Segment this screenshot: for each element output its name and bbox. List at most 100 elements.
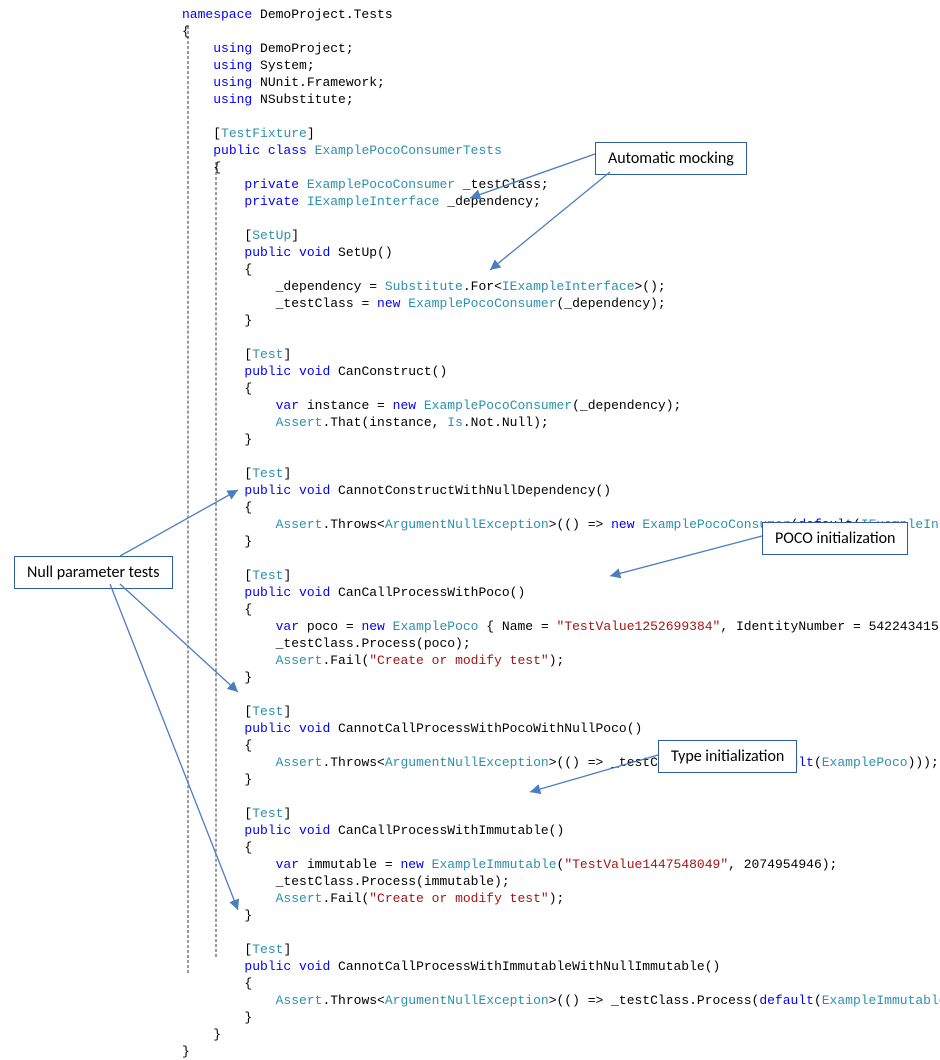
- attribute: Test: [252, 466, 283, 481]
- keyword: void: [291, 585, 330, 600]
- brace: {: [182, 24, 190, 39]
- type: Assert: [276, 517, 323, 532]
- method-name: CannotCallProcessWithPocoWithNullPoco(): [330, 721, 642, 736]
- code-line: _testClass.Process(poco);: [276, 636, 471, 651]
- attribute: TestFixture: [221, 126, 307, 141]
- type: Substitute: [385, 279, 463, 294]
- field: _dependency;: [439, 194, 540, 209]
- keyword: new: [377, 296, 400, 311]
- text: DemoProject.Tests: [252, 7, 392, 22]
- attribute: Test: [252, 704, 283, 719]
- brace: {: [213, 160, 221, 175]
- keyword: var: [276, 857, 299, 872]
- keyword: using: [213, 41, 252, 56]
- string-literal: "Create or modify test": [369, 891, 548, 906]
- text: DemoProject;: [252, 41, 353, 56]
- method-name: CanCallProcessWithImmutable(): [330, 823, 564, 838]
- keyword: private: [244, 177, 299, 192]
- keyword: new: [393, 398, 416, 413]
- keyword: public: [244, 585, 291, 600]
- keyword: void: [291, 959, 330, 974]
- type: ArgumentNullException: [385, 755, 549, 770]
- method-name: CanConstruct(): [330, 364, 447, 379]
- string-literal: "TestValue1252699384": [557, 619, 721, 634]
- type: Is: [447, 415, 463, 430]
- keyword: new: [400, 857, 423, 872]
- type: Assert: [276, 653, 323, 668]
- brace: {: [244, 381, 252, 396]
- keyword: public: [213, 143, 260, 158]
- callout-poco-initialization: POCO initialization: [762, 522, 908, 555]
- brace: {: [244, 738, 252, 753]
- keyword: public: [244, 959, 291, 974]
- type: ExampleImmutable: [432, 857, 557, 872]
- keyword: public: [244, 364, 291, 379]
- code-line: _dependency =: [276, 279, 385, 294]
- callout-type-initialization: Type initialization: [658, 740, 797, 773]
- string-literal: "Create or modify test": [369, 653, 548, 668]
- type: IExampleInterface: [307, 194, 440, 209]
- keyword: public: [244, 245, 291, 260]
- brace: }: [182, 1044, 190, 1059]
- bracket: ]: [283, 704, 291, 719]
- method-name: CannotCallProcessWithImmutableWithNullIm…: [330, 959, 720, 974]
- keyword: using: [213, 92, 252, 107]
- keyword: private: [244, 194, 299, 209]
- attribute: Test: [252, 942, 283, 957]
- code-line: _testClass =: [276, 296, 377, 311]
- type: ArgumentNullException: [385, 517, 549, 532]
- brace: }: [213, 1027, 221, 1042]
- keyword: void: [291, 823, 330, 838]
- type: ExamplePoco: [822, 755, 908, 770]
- brace: }: [244, 670, 252, 685]
- brace: {: [244, 976, 252, 991]
- callout-automatic-mocking: Automatic mocking: [595, 142, 747, 175]
- keyword: default: [759, 993, 814, 1008]
- brace: }: [244, 432, 252, 447]
- text: NUnit.Framework;: [252, 75, 385, 90]
- brace: }: [244, 908, 252, 923]
- brace: }: [244, 534, 252, 549]
- type: Assert: [276, 891, 323, 906]
- callout-null-parameter-tests: Null parameter tests: [14, 556, 173, 589]
- attribute: SetUp: [252, 228, 291, 243]
- keyword: class: [260, 143, 315, 158]
- keyword: public: [244, 483, 291, 498]
- keyword: void: [291, 483, 330, 498]
- method-name: SetUp(): [330, 245, 392, 260]
- bracket: ]: [283, 568, 291, 583]
- brace: }: [244, 313, 252, 328]
- brace: {: [244, 500, 252, 515]
- bracket: ]: [283, 347, 291, 362]
- brace: {: [244, 262, 252, 277]
- bracket: ]: [283, 806, 291, 821]
- type: ArgumentNullException: [385, 993, 549, 1008]
- bracket: ]: [283, 942, 291, 957]
- type: Assert: [276, 755, 323, 770]
- keyword: using: [213, 58, 252, 73]
- class-name: ExamplePocoConsumerTests: [315, 143, 502, 158]
- keyword: new: [611, 517, 634, 532]
- keyword: public: [244, 721, 291, 736]
- code-line: _testClass.Process(immutable);: [276, 874, 510, 889]
- attribute: Test: [252, 347, 283, 362]
- keyword: new: [361, 619, 384, 634]
- type: ExamplePocoConsumer: [424, 398, 572, 413]
- string-literal: "TestValue1447548049": [564, 857, 728, 872]
- brace: {: [244, 602, 252, 617]
- brace: {: [244, 840, 252, 855]
- keyword: void: [291, 364, 330, 379]
- keyword: void: [291, 245, 330, 260]
- bracket: ]: [283, 466, 291, 481]
- keyword: public: [244, 823, 291, 838]
- brace: }: [244, 772, 252, 787]
- method-name: CanCallProcessWithPoco(): [330, 585, 525, 600]
- type: ExamplePocoConsumer: [307, 177, 455, 192]
- type: ExampleImmutable: [822, 993, 940, 1008]
- field: _testClass;: [455, 177, 549, 192]
- type: ExamplePoco: [393, 619, 479, 634]
- bracket: [: [213, 126, 221, 141]
- text: System;: [252, 58, 314, 73]
- brace: }: [244, 1010, 252, 1025]
- attribute: Test: [252, 806, 283, 821]
